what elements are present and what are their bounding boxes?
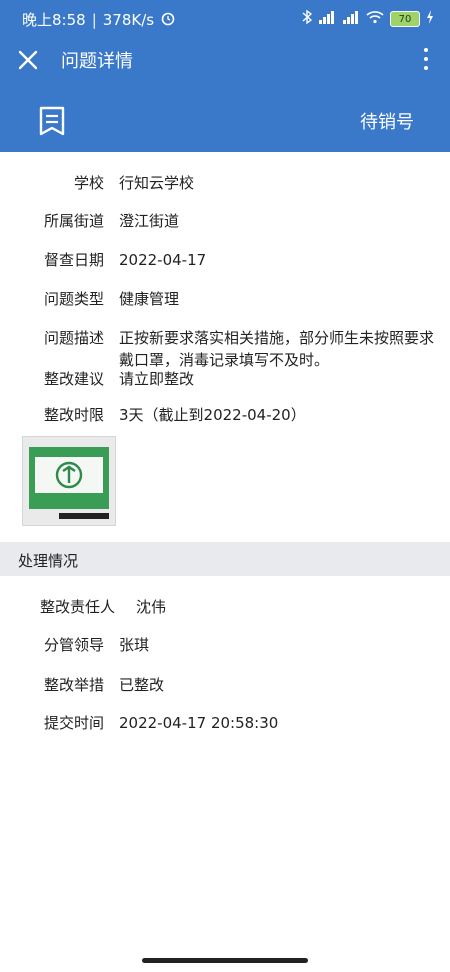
thumbnail-bar	[59, 513, 109, 519]
status-bar: 晚上8:58 | 378K/s 70	[0, 0, 450, 38]
alarm-icon	[160, 10, 176, 30]
signal-icon	[318, 10, 336, 28]
page-title: 问题详情	[61, 51, 133, 72]
status-right: 70	[302, 9, 434, 29]
home-indicator[interactable]	[142, 958, 308, 963]
section-header-processing: 处理情况	[0, 542, 450, 576]
status-banner: 待销号	[0, 82, 450, 152]
bookmark-list-icon[interactable]	[38, 106, 66, 140]
processing-value: 2022-04-17 20:58:30	[119, 714, 279, 732]
close-icon[interactable]	[16, 44, 40, 79]
more-vertical-icon[interactable]	[424, 48, 428, 75]
status-speed: 378K/s	[102, 10, 155, 29]
detail-value: 2022-04-17	[119, 251, 207, 269]
signal-2-icon	[342, 10, 360, 28]
charging-icon	[426, 10, 434, 28]
thumbnail-card	[35, 457, 103, 493]
section-title: 处理情况	[18, 552, 79, 570]
detail-label: 整改建议	[43, 370, 104, 388]
processing-value: 张琪	[119, 636, 150, 654]
processing-label: 分管领导	[43, 636, 104, 654]
detail-value: 行知云学校	[119, 174, 195, 192]
issue-status: 待销号	[360, 112, 414, 133]
detail-label: 督查日期	[43, 251, 104, 269]
status-separator: |	[91, 10, 97, 29]
attachment-thumbnail[interactable]	[22, 436, 116, 526]
battery-indicator: 70	[390, 11, 420, 27]
detail-value: 澄江街道	[119, 212, 180, 230]
detail-value: 正按新要求落实相关措施，部分师生未按照要求戴口罩，消毒记录填写不及时。	[119, 329, 435, 369]
processing-value: 已整改	[119, 676, 165, 694]
processing-value: 沈伟	[136, 598, 167, 616]
detail-label: 所属街道	[43, 212, 104, 230]
detail-value: 请立即整改	[119, 370, 195, 388]
status-time: 晚上8:58	[22, 11, 86, 29]
bluetooth-icon	[302, 9, 313, 29]
wifi-icon	[366, 10, 384, 28]
processing-label: 整改举措	[43, 676, 104, 694]
detail-label: 整改时限	[43, 406, 104, 424]
detail-value: 3天（截止到2022-04-20）	[119, 406, 306, 424]
app-bar: 问题详情	[0, 38, 450, 82]
processing-label: 提交时间	[43, 714, 104, 732]
detail-label: 学校	[73, 174, 104, 192]
status-left: 晚上8:58 | 378K/s	[22, 9, 176, 30]
detail-label: 问题描述	[43, 329, 104, 347]
detail-value: 健康管理	[119, 290, 180, 308]
detail-label: 问题类型	[43, 290, 104, 308]
processing-label: 整改责任人	[40, 598, 116, 616]
